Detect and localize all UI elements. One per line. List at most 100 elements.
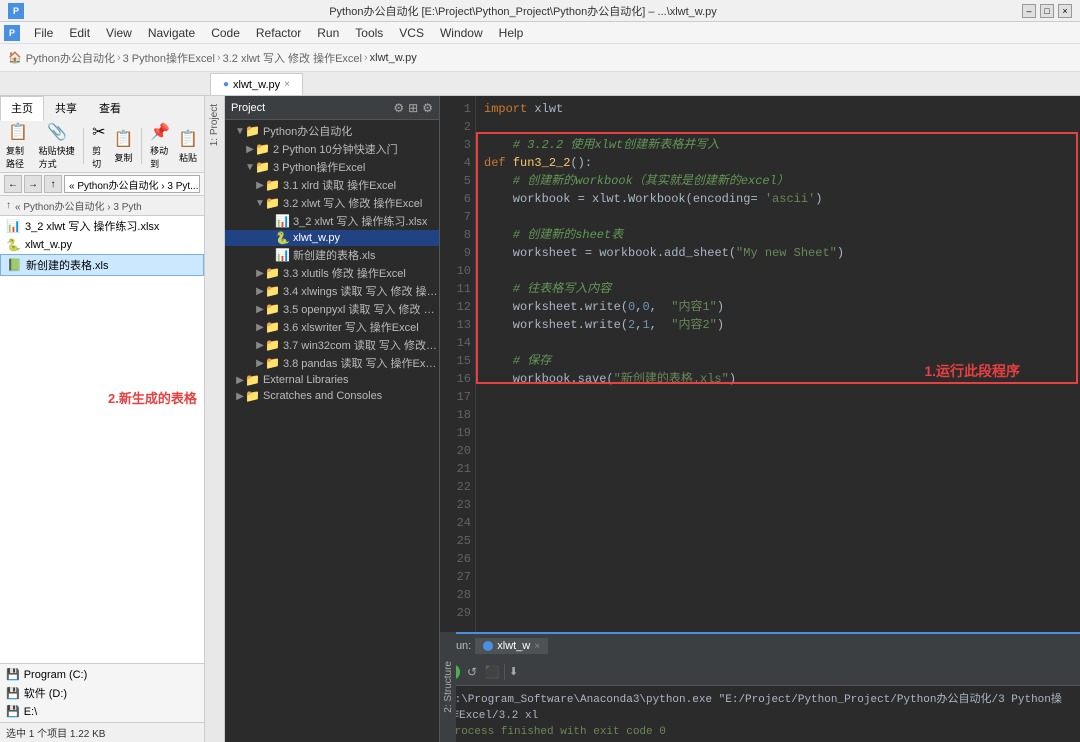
run-stop-icon[interactable]: ⬛	[484, 664, 500, 680]
address-bar[interactable]: « Python办公自动化 › 3 Pyt...	[64, 175, 200, 193]
app-logo: P	[4, 25, 20, 41]
tree-item-2[interactable]: ▼📁3 Python操作Excel	[225, 158, 439, 176]
tree-item-14[interactable]: ▶📁External Libraries	[225, 372, 439, 388]
code-line-22	[484, 478, 1072, 496]
tree-item-9[interactable]: ▶📁3.4 xlwings 读取 写入 修改 操作Excel	[225, 282, 439, 300]
tree-item-15[interactable]: ▶📁Scratches and Consoles	[225, 388, 439, 404]
menu-item-run[interactable]: Run	[309, 24, 347, 42]
tree-item-label-10: 3.5 openpyxl 读取 写入 修改 操作E...	[283, 301, 439, 317]
tab-close-icon[interactable]: ×	[284, 79, 290, 90]
line-number-16: 16	[444, 370, 471, 388]
code-line-7	[484, 208, 1072, 226]
menu-item-code[interactable]: Code	[203, 24, 248, 42]
drive-d-label: 软件 (D:)	[24, 685, 67, 701]
code-line-19	[484, 424, 1072, 442]
run-success-msg: Process finished with exit code 0	[448, 726, 1072, 738]
paste-button[interactable]: 📋 粘贴	[178, 129, 198, 164]
copy-path-button[interactable]: 📋 复制路径	[6, 122, 31, 170]
tree-item-icon-5: 📊	[275, 214, 290, 228]
tree-item-0[interactable]: ▼📁Python办公自动化	[225, 122, 439, 140]
tree-item-label-7: 新创建的表格.xls	[293, 247, 376, 263]
close-button[interactable]: ×	[1058, 4, 1072, 18]
structure-tab[interactable]: 2: Structure	[440, 632, 456, 742]
expand-icon-12: ▶	[255, 340, 265, 351]
ribbon-tab-view[interactable]: 查看	[88, 96, 132, 120]
run-scroll-end-icon[interactable]: ⬇	[509, 665, 518, 678]
line-number-11: 11	[444, 280, 471, 298]
breadcrumb-item-3[interactable]: xlwt_w.py	[370, 52, 417, 64]
sidebar-vertical: 1: Project	[205, 96, 225, 742]
menu-item-navigate[interactable]: Navigate	[140, 24, 203, 42]
breadcrumb-item-0[interactable]: Python办公自动化	[26, 50, 115, 66]
menu-item-edit[interactable]: Edit	[61, 24, 98, 42]
drive-e-icon: 💾	[6, 705, 20, 718]
run-tab-xlwt[interactable]: xlwt_w ×	[475, 638, 548, 654]
tree-item-4[interactable]: ▼📁3.2 xlwt 写入 修改 操作Excel	[225, 194, 439, 212]
code-line-13: worksheet.write(2,1, "内容2")	[484, 316, 1072, 334]
tree-item-5[interactable]: 📊3_2 xlwt 写入 操作练习.xlsx	[225, 212, 439, 230]
breadcrumb-item-2[interactable]: 3.2 xlwt 写入 修改 操作Excel	[223, 50, 362, 66]
project-expand-icon[interactable]: ⊞	[408, 101, 418, 115]
tree-item-8[interactable]: ▶📁3.3 xlutils 修改 操作Excel	[225, 264, 439, 282]
cut-button[interactable]: ✂ 剪切	[92, 122, 105, 170]
tree-item-7[interactable]: 📊新创建的表格.xls	[225, 246, 439, 264]
menu-item-help[interactable]: Help	[491, 24, 532, 42]
tree-item-11[interactable]: ▶📁3.6 xlswriter 写入 操作Excel	[225, 318, 439, 336]
ribbon-separator-1	[83, 128, 84, 164]
code-line-11: # 往表格写入内容	[484, 280, 1072, 298]
menu-item-file[interactable]: File	[26, 24, 61, 42]
file-item-py[interactable]: 🐍 xlwt_w.py	[0, 236, 204, 254]
line-number-5: 5	[444, 172, 471, 190]
ribbon-tab-share[interactable]: 共享	[44, 96, 88, 120]
line-number-21: 21	[444, 460, 471, 478]
file-item-xlsx[interactable]: 📊 3_2 xlwt 写入 操作练习.xlsx	[0, 216, 204, 236]
tree-item-label-3: 3.1 xlrd 读取 操作Excel	[283, 177, 396, 193]
up-button[interactable]: ↑	[44, 175, 62, 193]
tree-item-3[interactable]: ▶📁3.1 xlrd 读取 操作Excel	[225, 176, 439, 194]
line-number-10: 10	[444, 262, 471, 280]
paste-shortcut-button[interactable]: 📎 粘贴快捷方式	[39, 122, 76, 170]
drive-c[interactable]: 💾 Program (C:)	[0, 666, 204, 683]
tree-item-icon-13: 📁	[265, 356, 280, 370]
tree-item-10[interactable]: ▶📁3.5 openpyxl 读取 写入 修改 操作E...	[225, 300, 439, 318]
drive-e[interactable]: 💾 E:\	[0, 703, 204, 720]
line-number-18: 18	[444, 406, 471, 424]
back-button[interactable]: ←	[4, 175, 22, 193]
tree-item-icon-3: 📁	[265, 178, 280, 192]
file-item-xls-selected[interactable]: 📗 新创建的表格.xls	[0, 254, 204, 276]
project-gear-icon[interactable]: ⚙	[422, 101, 433, 115]
run-rerun-icon[interactable]: ↺	[464, 664, 480, 680]
menu-item-tools[interactable]: Tools	[347, 24, 391, 42]
tree-item-6[interactable]: 🐍xlwt_w.py	[225, 230, 439, 246]
menu-item-refactor[interactable]: Refactor	[248, 24, 309, 42]
move-to-button[interactable]: 📌 移动到	[150, 122, 170, 170]
editor-tab-xlwt-w[interactable]: ● xlwt_w.py ×	[210, 73, 303, 95]
project-settings-icon[interactable]: ⚙	[393, 101, 404, 115]
drive-d-icon: 💾	[6, 687, 20, 700]
menu-item-vcs[interactable]: VCS	[391, 24, 432, 42]
tree-item-1[interactable]: ▶📁2 Python 10分钟快速入门	[225, 140, 439, 158]
path-text: « Python办公自动化 › 3 Pyth	[15, 198, 142, 213]
line-number-2: 2	[444, 118, 471, 136]
run-tab-close-icon[interactable]: ×	[534, 641, 540, 652]
line-number-12: 12	[444, 298, 471, 316]
run-tab-dot	[483, 641, 493, 651]
sidebar-item-project[interactable]: 1: Project	[207, 100, 222, 150]
copy-button[interactable]: 📋 复制	[114, 129, 134, 164]
tree-item-12[interactable]: ▶📁3.7 win32com 读取 写入 修改 操作...	[225, 336, 439, 354]
address-text: « Python办公自动化 › 3 Pyt...	[69, 177, 198, 192]
line-number-3: 3	[444, 136, 471, 154]
breadcrumb-item-1[interactable]: 3 Python操作Excel	[123, 50, 215, 66]
minimize-button[interactable]: –	[1022, 4, 1036, 18]
menu-item-view[interactable]: View	[98, 24, 140, 42]
drive-d[interactable]: 💾 软件 (D:)	[0, 683, 204, 703]
code-line-25	[484, 532, 1072, 550]
explorer-status: 选中 1 个项目 1.22 KB	[0, 722, 204, 742]
maximize-button[interactable]: □	[1040, 4, 1054, 18]
menu-item-window[interactable]: Window	[432, 24, 491, 42]
ribbon-tab-home[interactable]: 主页	[0, 96, 44, 121]
tree-item-13[interactable]: ▶📁3.8 pandas 读取 写入 操作Excel	[225, 354, 439, 372]
code-line-20	[484, 442, 1072, 460]
forward-button[interactable]: →	[24, 175, 42, 193]
tree-item-label-14: External Libraries	[263, 374, 349, 386]
